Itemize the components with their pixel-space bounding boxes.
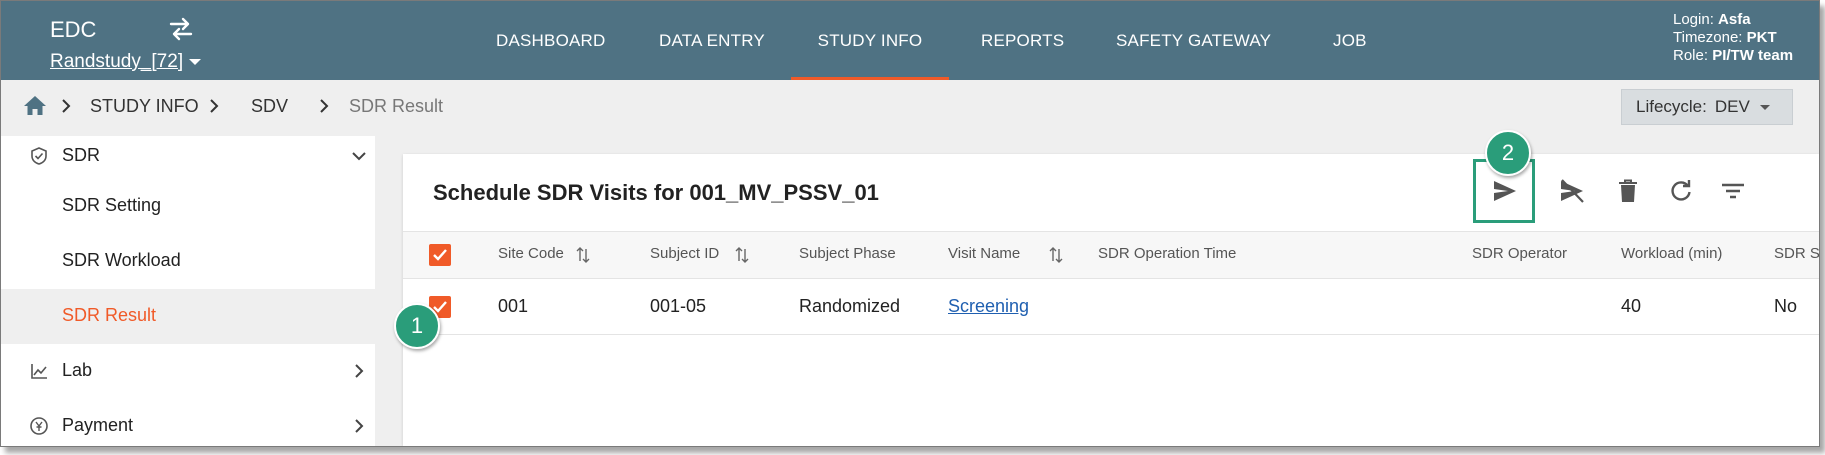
nav-job[interactable]: JOB — [1333, 1, 1367, 80]
top-bar: EDC Randstudy_[72] DASHBOARD DATA ENTRY … — [1, 1, 1819, 80]
chevron-right-icon — [355, 419, 364, 433]
table-row: 001 001-05 Randomized Screening 40 No — [403, 279, 1819, 335]
line-chart-icon — [31, 364, 47, 379]
page: EDC Randstudy_[72] DASHBOARD DATA ENTRY … — [0, 0, 1825, 455]
col-sdr-s: SDR S — [1774, 245, 1820, 262]
study-name: Randstudy_[72] — [50, 51, 184, 72]
caret-down-icon — [1759, 105, 1770, 111]
nav-dashboard[interactable]: DASHBOARD — [496, 1, 606, 80]
chevron-right-icon — [62, 99, 71, 113]
sidebar-item-sdr-setting[interactable]: SDR Setting — [1, 179, 375, 234]
callout-marker-1: 1 — [394, 303, 440, 349]
breadcrumb: STUDY INFO SDV SDR Result Lifecycle: DEV — [1, 80, 1819, 136]
timezone-line: Timezone: PKT — [1673, 29, 1777, 46]
send-icon — [1494, 181, 1516, 201]
refresh-icon — [1671, 180, 1691, 201]
sidebar-item-label: SDR Result — [62, 305, 157, 325]
nav-reports[interactable]: REPORTS — [981, 1, 1064, 80]
col-subject-phase: Subject Phase — [799, 245, 896, 262]
user-info: Login: Asfa Timezone: PKT Role: PI/TW te… — [1673, 11, 1793, 65]
sidebar-item-sdr-workload[interactable]: SDR Workload — [1, 234, 375, 289]
sidebar-item-label: SDR Workload — [62, 250, 181, 270]
sidebar-item-sdr[interactable]: SDR — [1, 129, 375, 184]
nav-data-entry[interactable]: DATA ENTRY — [659, 1, 765, 80]
col-sdr-operation-time: SDR Operation Time — [1098, 245, 1237, 262]
sidebar-item-label: SDR — [62, 145, 101, 165]
login-value: Asfa — [1718, 11, 1751, 28]
caret-down-icon — [189, 58, 202, 65]
col-workload: Workload (min) — [1621, 245, 1723, 262]
chevron-right-icon — [355, 364, 364, 378]
app-window: EDC Randstudy_[72] DASHBOARD DATA ENTRY … — [0, 0, 1820, 447]
breadcrumb-study-info[interactable]: STUDY INFO — [90, 96, 199, 117]
study-selector[interactable]: Randstudy_[72] — [50, 51, 202, 73]
delete-button[interactable] — [1609, 171, 1649, 211]
lifecycle-select[interactable]: Lifecycle: DEV — [1621, 89, 1793, 125]
check-icon — [433, 249, 447, 261]
swap-icon[interactable] — [166, 15, 196, 43]
col-site-code[interactable]: Site Code — [498, 245, 564, 262]
filter-icon — [1722, 183, 1744, 199]
sidebar-item-sdr-result[interactable]: SDR Result — [1, 289, 375, 344]
cell-visit-name-link[interactable]: Screening — [948, 296, 1029, 317]
col-visit-name[interactable]: Visit Name — [948, 245, 1020, 262]
sort-icon[interactable] — [734, 246, 750, 264]
sidebar-item-payment[interactable]: Payment — [1, 399, 375, 446]
refresh-button[interactable] — [1661, 171, 1701, 211]
shield-check-icon — [31, 147, 47, 165]
role-line: Role: PI/TW team — [1673, 47, 1794, 64]
lifecycle-label: Lifecycle: — [1636, 97, 1707, 116]
nav-safety-gateway[interactable]: SAFETY GATEWAY — [1116, 1, 1271, 80]
role-value: PI/TW team — [1712, 47, 1794, 64]
cell-subject-phase: Randomized — [799, 296, 901, 316]
breadcrumb-current: SDR Result — [349, 96, 444, 116]
cancel-send-icon — [1561, 179, 1584, 203]
cell-site-code: 001 — [498, 296, 529, 316]
chevron-right-icon — [210, 99, 219, 113]
timezone-value: PKT — [1746, 29, 1777, 46]
sidebar-item-lab[interactable]: Lab — [1, 344, 375, 399]
sort-icon[interactable] — [575, 246, 591, 264]
sidebar-item-label: Lab — [62, 360, 93, 380]
app-name: EDC — [50, 17, 97, 42]
send-button[interactable] — [1484, 171, 1524, 211]
sort-icon[interactable] — [1048, 246, 1064, 264]
nav-study-info[interactable]: STUDY INFO — [791, 1, 949, 80]
cell-sdr-s: No — [1774, 296, 1798, 316]
cancel-send-button[interactable] — [1551, 171, 1591, 211]
login-line: Login: Asfa — [1673, 11, 1751, 28]
callout-marker-2: 2 — [1485, 130, 1531, 176]
lifecycle-value: DEV — [1714, 97, 1750, 116]
home-icon[interactable] — [23, 94, 47, 116]
table-header: Site Code Subject ID Subject Phase Visit… — [403, 231, 1819, 279]
filter-button[interactable] — [1713, 171, 1753, 211]
col-sdr-operator: SDR Operator — [1472, 245, 1568, 262]
sidebar-item-label: Payment — [62, 415, 134, 435]
sdr-visits-card: Schedule SDR Visits for 001_MV_PSSV_01 S… — [403, 154, 1819, 446]
select-all-checkbox[interactable] — [429, 244, 451, 266]
trash-icon — [1619, 179, 1637, 202]
breadcrumb-sdv[interactable]: SDV — [251, 96, 288, 117]
cell-subject-id: 001-05 — [650, 296, 707, 316]
sidebar: SDR SDR Setting SDR Workload SDR Result … — [1, 136, 375, 446]
col-subject-id[interactable]: Subject ID — [650, 245, 719, 262]
currency-icon — [30, 417, 48, 435]
chevron-right-icon — [320, 99, 329, 113]
cell-workload: 40 — [1621, 296, 1642, 316]
card-title: Schedule SDR Visits for 001_MV_PSSV_01 — [433, 180, 879, 205]
chevron-down-icon — [352, 152, 366, 161]
sidebar-item-label: SDR Setting — [62, 195, 162, 215]
